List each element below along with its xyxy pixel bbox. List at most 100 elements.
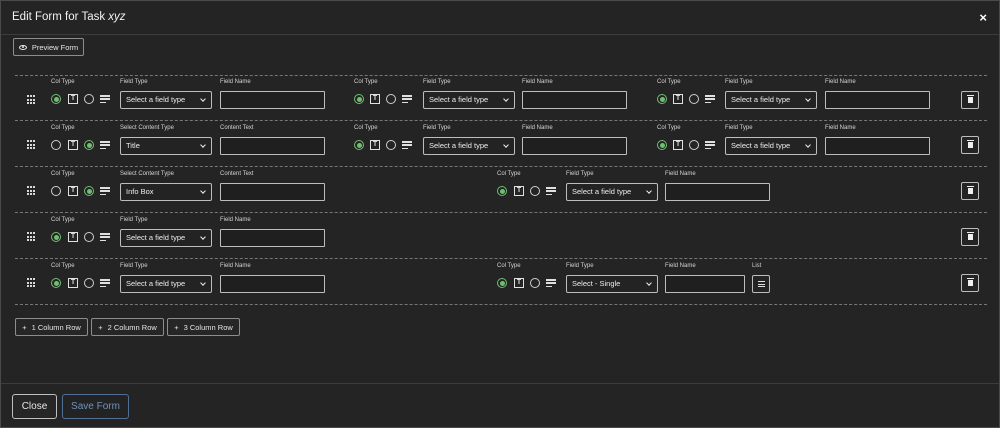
col-type-radio-content[interactable]	[84, 278, 94, 288]
content-text-input[interactable]	[220, 183, 325, 201]
trash-icon	[966, 186, 974, 194]
drag-handle-icon[interactable]	[27, 186, 35, 196]
col-type-radio-field[interactable]	[51, 232, 61, 242]
col-type-label: Col Type	[51, 171, 75, 177]
paragraph-icon	[546, 279, 556, 287]
paragraph-icon	[546, 187, 556, 195]
paragraph-icon	[100, 187, 110, 195]
col-type-radio-field[interactable]	[51, 186, 61, 196]
col-type-radio-field[interactable]	[354, 140, 364, 150]
paragraph-icon	[402, 141, 412, 149]
chevron-down-icon	[805, 142, 811, 148]
field-type-label: Field Type	[423, 79, 451, 85]
title-prefix: Edit Form for Task	[12, 11, 109, 23]
close-button[interactable]: Close	[12, 394, 57, 419]
field-name-input[interactable]	[522, 137, 627, 155]
field-name-input[interactable]	[825, 137, 930, 155]
field-type-select[interactable]: Select a field type	[725, 91, 817, 109]
chevron-down-icon	[200, 142, 206, 148]
col-type-radio-field[interactable]	[657, 140, 667, 150]
col-type-radio-content[interactable]	[386, 94, 396, 104]
delete-row-button[interactable]	[961, 136, 979, 154]
col-type-label: Col Type	[51, 125, 75, 131]
chevron-down-icon	[503, 96, 509, 102]
field-type-select[interactable]: Select a field type	[120, 229, 212, 247]
field-type-select[interactable]: Select a field type	[120, 275, 212, 293]
col-type-radio-field[interactable]	[497, 186, 507, 196]
add-3-column-row-button[interactable]: +3 Column Row	[167, 318, 240, 336]
field-name-label: Field Name	[665, 263, 696, 269]
add-2-column-row-button[interactable]: +2 Column Row	[91, 318, 164, 336]
col-type-radio-field[interactable]	[51, 278, 61, 288]
select-content-type-label: Select Content Type	[120, 171, 174, 177]
field-name-input[interactable]	[522, 91, 627, 109]
edit-form-modal: Edit Form for Task xyz × Preview Form Co…	[0, 0, 1000, 428]
field-name-input[interactable]	[665, 275, 745, 293]
eye-icon	[18, 44, 27, 50]
field-name-input[interactable]	[220, 229, 325, 247]
drag-handle-icon[interactable]	[27, 95, 35, 105]
chevron-down-icon	[200, 188, 206, 194]
field-name-input[interactable]	[220, 91, 325, 109]
col-type-radio-content[interactable]	[386, 140, 396, 150]
field-type-label: Field Type	[725, 125, 753, 131]
paragraph-icon	[705, 141, 715, 149]
drag-handle-icon[interactable]	[27, 232, 35, 242]
close-icon[interactable]: ×	[979, 10, 987, 25]
text-box-icon: T	[370, 140, 380, 150]
plus-icon: +	[22, 322, 27, 332]
col-type-radio-content[interactable]	[530, 186, 540, 196]
col-type-radio-field[interactable]	[51, 140, 61, 150]
modal-header: Edit Form for Task xyz ×	[1, 1, 999, 35]
content-text-input[interactable]	[220, 137, 325, 155]
list-options-button[interactable]	[752, 275, 770, 293]
field-name-input[interactable]	[825, 91, 930, 109]
delete-row-button[interactable]	[961, 228, 979, 246]
plus-icon: +	[174, 322, 179, 332]
field-name-input[interactable]	[665, 183, 770, 201]
preview-form-button[interactable]: Preview Form	[13, 38, 84, 56]
field-name-input[interactable]	[220, 275, 325, 293]
preview-form-label: Preview Form	[31, 42, 79, 52]
content-text-label: Content Text	[220, 125, 254, 131]
text-box-icon: T	[68, 140, 78, 150]
field-type-select[interactable]: Select a field type	[423, 91, 515, 109]
col-type-radio-content[interactable]	[84, 232, 94, 242]
col-type-radio-field[interactable]	[51, 94, 61, 104]
col-type-label: Col Type	[51, 79, 75, 85]
paragraph-icon	[705, 95, 715, 103]
field-name-label: Field Name	[825, 79, 856, 85]
col-type-radio-content[interactable]	[84, 94, 94, 104]
content-type-select[interactable]: Info Box	[120, 183, 212, 201]
col-type-radio-content[interactable]	[530, 278, 540, 288]
field-type-select[interactable]: Select a field type	[120, 91, 212, 109]
content-type-select[interactable]: Title	[120, 137, 212, 155]
drag-handle-icon[interactable]	[27, 278, 35, 288]
col-type-radio-content[interactable]	[84, 140, 94, 150]
col-type-radio-content[interactable]	[84, 186, 94, 196]
delete-row-button[interactable]	[961, 91, 979, 109]
delete-row-button[interactable]	[961, 274, 979, 292]
text-box-icon: T	[68, 232, 78, 242]
field-type-select[interactable]: Select - Single	[566, 275, 658, 293]
text-box-icon: T	[673, 140, 683, 150]
field-type-select[interactable]: Select a field type	[725, 137, 817, 155]
text-box-icon: T	[514, 186, 524, 196]
col-type-radio-content[interactable]	[689, 140, 699, 150]
save-form-button[interactable]: Save Form	[62, 394, 129, 419]
col-type-radio-field[interactable]	[497, 278, 507, 288]
field-type-label: Field Type	[120, 263, 148, 269]
col-type-label: Col Type	[657, 79, 681, 85]
delete-row-button[interactable]	[961, 182, 979, 200]
field-type-select[interactable]: Select a field type	[423, 137, 515, 155]
chevron-down-icon	[200, 234, 206, 240]
col-type-radio-field[interactable]	[354, 94, 364, 104]
text-box-icon: T	[370, 94, 380, 104]
field-type-label: Field Type	[725, 79, 753, 85]
col-type-radio-content[interactable]	[689, 94, 699, 104]
add-1-column-row-button[interactable]: +1 Column Row	[15, 318, 88, 336]
modal-title: Edit Form for Task xyz	[12, 11, 126, 23]
col-type-radio-field[interactable]	[657, 94, 667, 104]
drag-handle-icon[interactable]	[27, 140, 35, 150]
field-type-select[interactable]: Select a field type	[566, 183, 658, 201]
